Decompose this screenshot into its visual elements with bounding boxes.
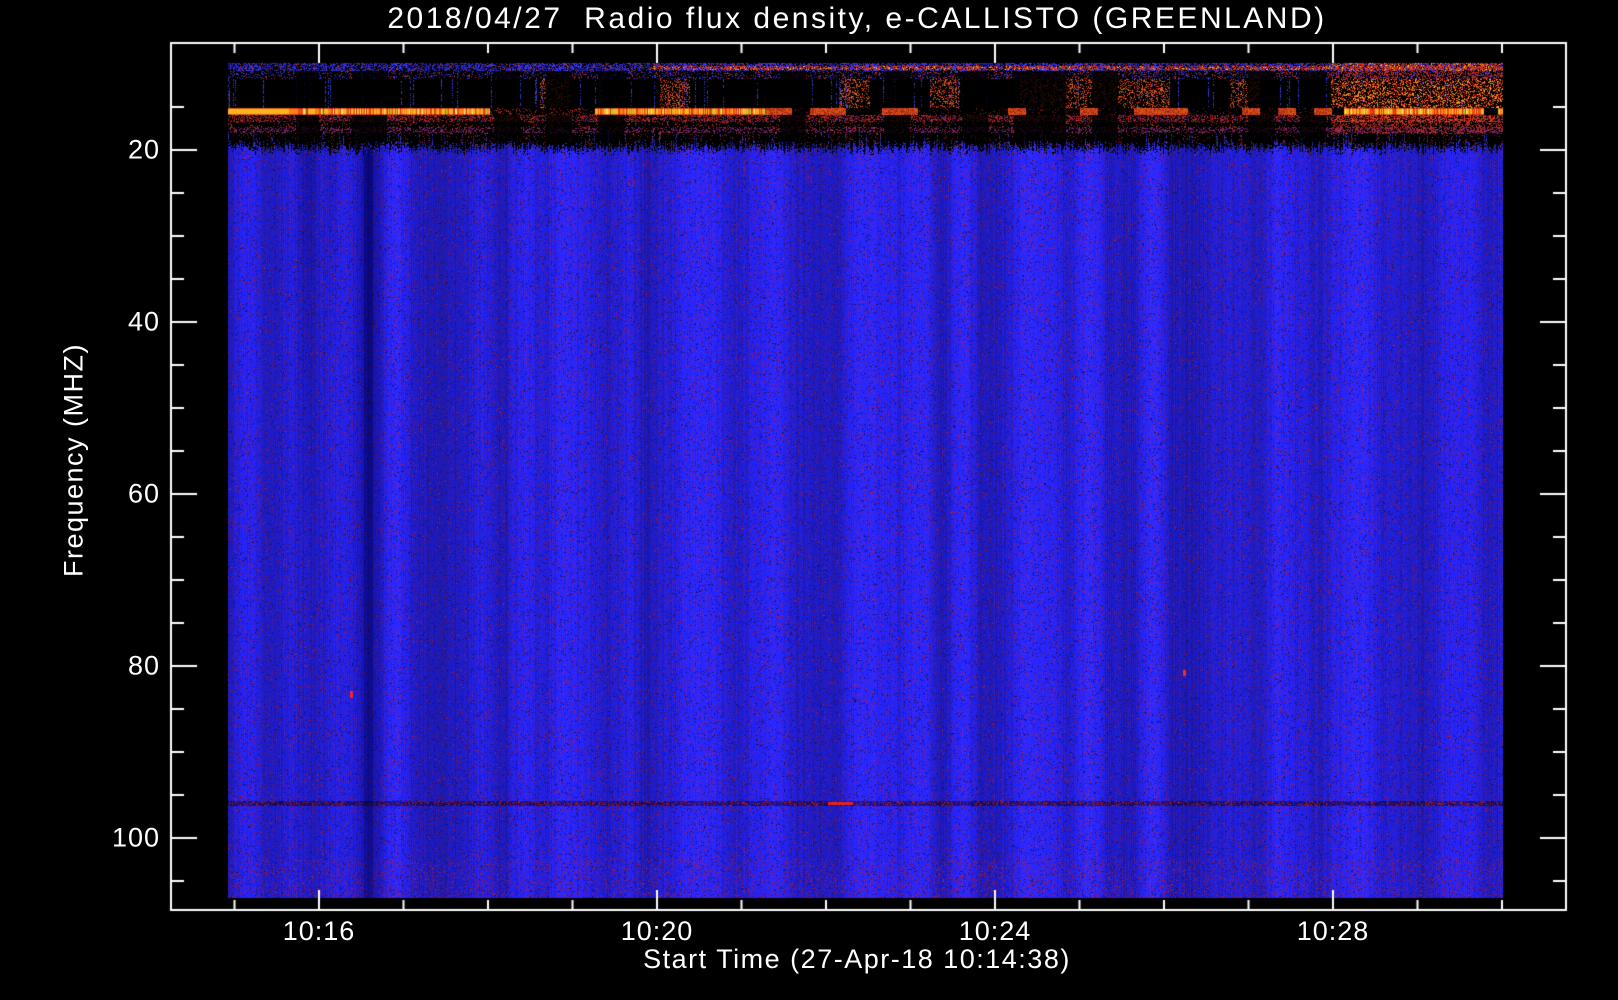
chart-title: 2018/04/27 Radio flux density, e-CALLIST… (387, 2, 1327, 35)
y-tick-label: 80 (127, 650, 160, 681)
x-tick-label: 10:28 (1296, 916, 1370, 946)
y-tick-label: 60 (127, 478, 160, 509)
x-axis-label: Start Time (27-Apr-18 10:14:38) (643, 944, 1071, 974)
y-axis-label: Frequency (MHZ) (58, 342, 89, 578)
y-tick-label: 40 (127, 306, 160, 337)
x-tick-label: 10:24 (958, 916, 1032, 946)
x-tick-label: 10:20 (620, 916, 694, 946)
x-tick-label: 10:16 (282, 916, 356, 946)
y-tick-label: 100 (111, 822, 160, 853)
y-tick-label: 20 (127, 134, 160, 165)
spectrogram-canvas (0, 0, 1618, 1000)
